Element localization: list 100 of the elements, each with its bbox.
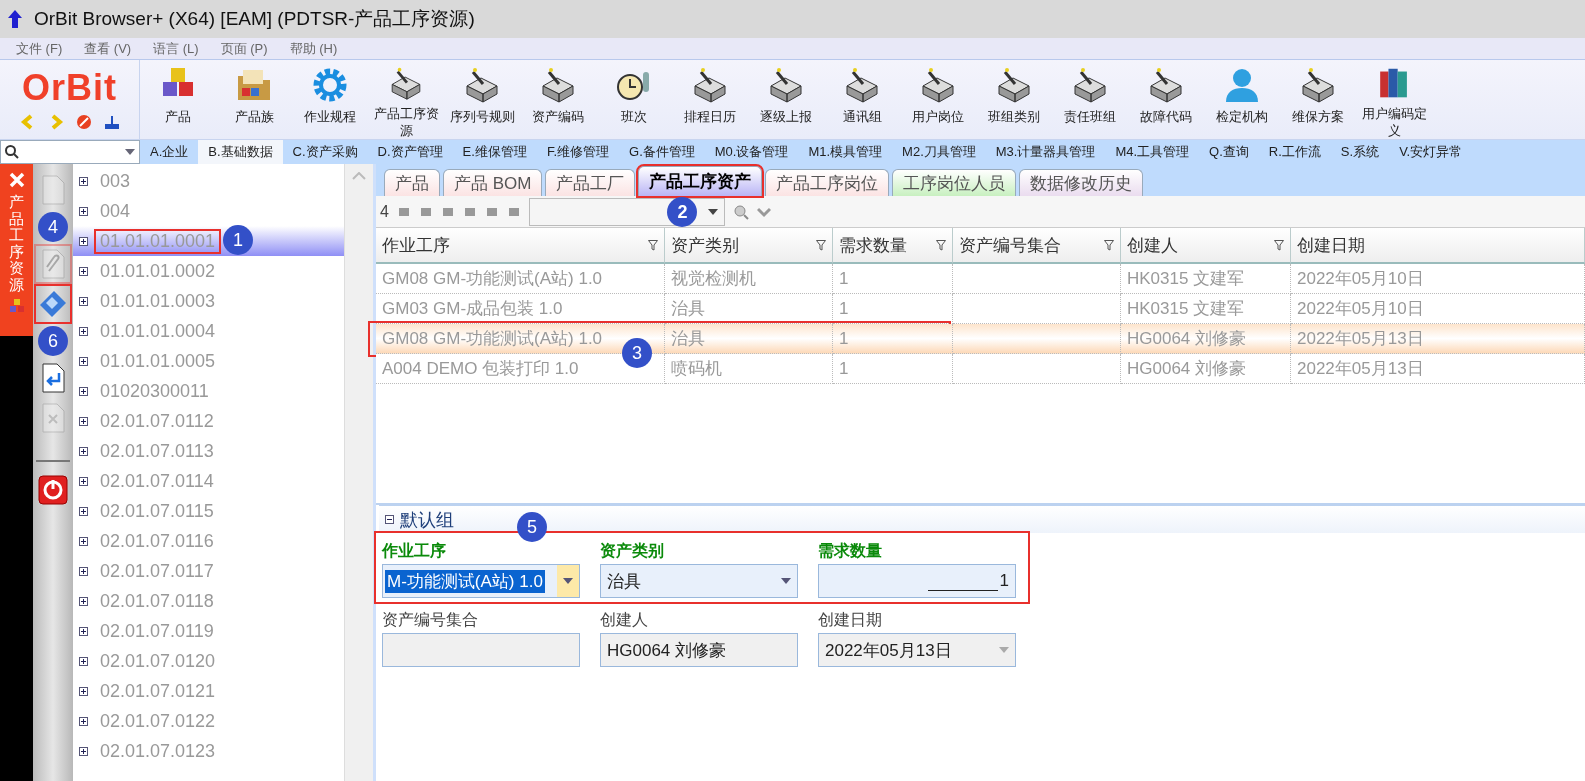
filter-icon[interactable] <box>816 239 826 251</box>
tray-icon <box>1147 66 1185 104</box>
toolbar-button[interactable]: 作业规程 <box>292 60 368 139</box>
expand-icon[interactable] <box>79 206 88 216</box>
menu-item[interactable]: 语言 (L) <box>153 39 199 58</box>
toolbar-button[interactable]: 序列号规则 <box>444 60 520 139</box>
step-number-badge: 6 <box>38 326 68 356</box>
expand-icon[interactable] <box>79 476 88 486</box>
module-tab[interactable]: Q.查询 <box>1199 140 1259 164</box>
expand-icon[interactable] <box>79 626 88 636</box>
module-tab[interactable]: M0.设备管理 <box>704 140 799 164</box>
module-tab[interactable]: C.资产采购 <box>282 140 368 164</box>
filter-icon[interactable] <box>1104 239 1114 251</box>
module-tab[interactable]: M1.模具管理 <box>798 140 893 164</box>
toolbar-button[interactable]: 检定机构 <box>1204 60 1280 139</box>
column-header[interactable]: 需求数量 <box>833 228 953 264</box>
expand-icon[interactable] <box>79 386 88 396</box>
column-header[interactable]: 作业工序 <box>376 228 665 264</box>
toolbar-button[interactable]: 排程日历 <box>672 60 748 139</box>
module-tab[interactable]: D.资产管理 <box>367 140 453 164</box>
toolbar-button[interactable]: 故障代码 <box>1128 60 1204 139</box>
tab[interactable]: 数据修改历史 <box>1019 169 1144 196</box>
toolbar-button[interactable]: 产品族 <box>216 60 292 139</box>
toolbar-button[interactable]: 用户岗位 <box>900 60 976 139</box>
expand-icon[interactable] <box>79 356 88 366</box>
expand-icon[interactable] <box>79 536 88 546</box>
dropdown-field[interactable]: 2022年05月13日 <box>818 633 1016 667</box>
column-header[interactable]: 资产类别 <box>665 228 833 264</box>
search-icon[interactable] <box>732 203 749 220</box>
document-icon <box>40 175 66 205</box>
menu-item[interactable]: 帮助 (H) <box>289 39 338 58</box>
module-tab[interactable]: B.基础数据 <box>198 140 283 164</box>
menu-item[interactable]: 页面 (P) <box>220 39 268 58</box>
expand-icon[interactable] <box>79 566 88 576</box>
expand-icon[interactable] <box>79 506 88 516</box>
input-field[interactable] <box>382 633 580 667</box>
record-count: 4 <box>380 202 389 221</box>
tab[interactable]: 产品 BOM <box>443 169 543 196</box>
toolbar-button[interactable]: 责任班组 <box>1052 60 1128 139</box>
dropdown-field[interactable]: M-功能测试(A站) 1.0 <box>382 564 580 598</box>
module-tab[interactable]: V.安灯异常 <box>1389 140 1473 164</box>
expand-icon[interactable] <box>79 236 88 246</box>
toolbar-button[interactable]: 通讯组 <box>824 60 900 139</box>
tray-icon <box>767 66 805 104</box>
module-tab[interactable]: S.系统 <box>1330 140 1390 164</box>
toolbar-button[interactable]: 班次 <box>596 60 672 139</box>
expand-icon[interactable] <box>79 746 88 756</box>
dropdown-field[interactable]: 治具 <box>600 564 798 598</box>
side-tool-button[interactable] <box>36 472 70 508</box>
column-header[interactable]: 创建人 <box>1121 228 1291 264</box>
filter-icon[interactable] <box>936 239 946 251</box>
module-tab[interactable]: E.维保管理 <box>452 140 537 164</box>
delete-icon <box>40 403 66 433</box>
expand-icon[interactable] <box>79 176 88 186</box>
module-tab[interactable]: M2.刀具管理 <box>892 140 986 164</box>
expand-icon[interactable] <box>79 416 88 426</box>
menu-item[interactable]: 查看 (V) <box>84 39 132 58</box>
tab[interactable]: 产品工厂 <box>545 169 636 196</box>
toolbar-button[interactable]: 产品 <box>140 60 216 139</box>
filter-icon[interactable] <box>648 239 658 251</box>
stop-icon[interactable] <box>75 113 92 130</box>
expand-icon[interactable] <box>79 686 88 696</box>
scrollbar[interactable] <box>345 164 373 781</box>
expand-icon[interactable] <box>79 656 88 666</box>
expand-icon[interactable] <box>79 266 88 276</box>
toolbar-button[interactable]: 维保方案 <box>1280 60 1356 139</box>
toolbar-button[interactable]: 产品工序资源 <box>368 60 444 139</box>
column-header[interactable]: 资产编号集合 <box>953 228 1121 264</box>
tab[interactable]: 产品 <box>384 169 440 196</box>
toolbar-button[interactable]: 资产编码 <box>520 60 596 139</box>
module-tab[interactable]: G.备件管理 <box>619 140 705 164</box>
module-tab[interactable]: R.工作流 <box>1258 140 1331 164</box>
toolbar-button[interactable]: 逐级上报 <box>748 60 824 139</box>
side-tool-button[interactable] <box>36 286 70 322</box>
close-icon[interactable] <box>8 172 25 188</box>
table-cell: GM08 GM-功能测试(A站) 1.0 <box>376 264 665 294</box>
toolbar-button[interactable]: 用户编码定义 <box>1356 60 1432 139</box>
tree-item[interactable]: 01.01.01.0001 1 <box>73 226 344 256</box>
module-tab[interactable]: M4.工具管理 <box>1105 140 1200 164</box>
expand-icon[interactable] <box>79 296 88 306</box>
menu-item[interactable]: 文件 (F) <box>16 39 63 58</box>
search-field[interactable] <box>0 140 140 164</box>
filter-icon[interactable] <box>1274 239 1284 251</box>
expand-icon[interactable] <box>79 326 88 336</box>
table-cell: 2022年05月13日 <box>1291 354 1585 384</box>
input-field[interactable]: 1 <box>818 564 1016 598</box>
expand-icon[interactable] <box>79 716 88 726</box>
expand-icon[interactable] <box>79 446 88 456</box>
module-tab[interactable]: M3.计量器具管理 <box>985 140 1106 164</box>
tab[interactable]: 产品工序岗位 <box>765 169 890 196</box>
tab[interactable]: 工序岗位人员 <box>892 169 1017 196</box>
expand-icon[interactable] <box>79 596 88 606</box>
caret-icon <box>563 578 573 584</box>
step-number-badge: 1 <box>223 225 253 255</box>
toolbar-button[interactable]: 班组类别 <box>976 60 1052 139</box>
collapse-icon[interactable] <box>385 515 394 524</box>
column-header[interactable]: 创建日期 <box>1291 228 1585 264</box>
input-field[interactable]: HG0064 刘修豪 <box>600 633 798 667</box>
module-tab[interactable]: A.企业 <box>140 140 199 164</box>
module-tab[interactable]: F.维修管理 <box>536 140 619 164</box>
